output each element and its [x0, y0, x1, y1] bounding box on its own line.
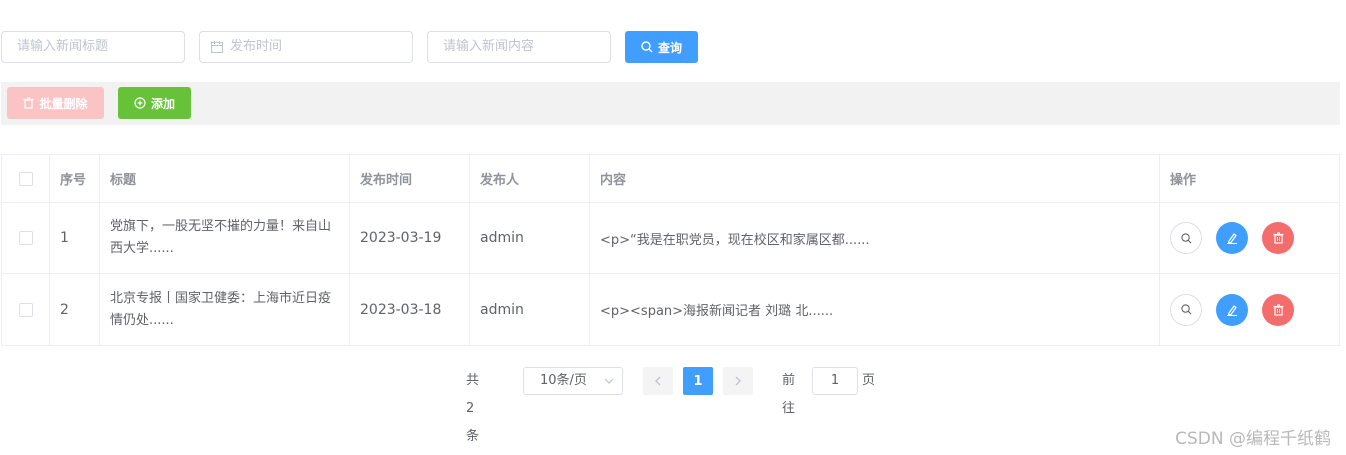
date-placeholder: 发布时间 — [230, 39, 283, 54]
edit-icon — [1227, 304, 1237, 316]
page-size-value: 10条/页 — [540, 373, 587, 388]
edit-button[interactable] — [1216, 222, 1248, 254]
row-content: <p>“我是在职党员，现在校区和家属区都...... — [590, 203, 1160, 273]
header-author: 发布人 — [470, 155, 590, 202]
page-size-select[interactable]: 10条/页 — [523, 367, 623, 395]
row-author: admin — [470, 274, 590, 345]
row-index: 1 — [50, 203, 100, 273]
news-table: 序号 标题 发布时间 发布人 内容 操作 1 党旗下，一股无坚不摧的力量！来自山… — [1, 154, 1340, 346]
add-label: 添加 — [150, 96, 175, 111]
calendar-icon — [211, 41, 223, 53]
chevron-down-icon — [604, 378, 614, 384]
watermark: CSDN @编程千纸鹤 — [1175, 429, 1331, 449]
select-all-checkbox[interactable] — [18, 171, 33, 186]
header-content: 内容 — [590, 155, 1160, 202]
row-check-cell — [2, 203, 50, 273]
row-title: 党旗下，一股无坚不摧的力量！来自山西大学...... — [110, 219, 332, 256]
date-picker-input[interactable]: 发布时间 — [199, 31, 413, 63]
row-ops-cell — [1160, 203, 1339, 273]
add-button[interactable]: 添加 — [118, 87, 191, 119]
prev-page-button[interactable] — [643, 367, 673, 395]
table-row: 1 党旗下，一股无坚不摧的力量！来自山西大学...... 2023-03-19 … — [2, 203, 1339, 274]
row-date: 2023-03-19 — [350, 203, 470, 273]
header-date: 发布时间 — [350, 155, 470, 202]
header-title: 标题 — [100, 155, 350, 202]
row-checkbox[interactable] — [18, 231, 33, 245]
search-icon — [1180, 232, 1191, 243]
row-date: 2023-03-18 — [350, 274, 470, 345]
chevron-left-icon — [655, 376, 661, 386]
row-title: 北京专报丨国家卫健委：上海市近日疫情仍处...... — [110, 290, 332, 328]
table-row: 2 北京专报丨国家卫健委：上海市近日疫情仍处...... 2023-03-18 … — [2, 274, 1339, 345]
table-header-row: 序号 标题 发布时间 发布人 内容 操作 — [2, 155, 1339, 203]
search-icon — [1180, 304, 1191, 315]
title-search-input[interactable]: 请输入新闻标题 — [1, 31, 185, 63]
row-ops-cell — [1160, 274, 1339, 345]
row-author: admin — [470, 203, 590, 273]
total-count: 共 2 条 — [466, 373, 480, 444]
toolbar: 批量删除 添加 — [1, 82, 1340, 125]
edit-button[interactable] — [1216, 293, 1248, 326]
goto-page-input[interactable]: 1 — [812, 367, 858, 395]
view-button[interactable] — [1170, 222, 1202, 254]
next-page-button[interactable] — [723, 367, 753, 395]
delete-button[interactable] — [1262, 293, 1294, 326]
page-unit-label: 页 — [862, 373, 876, 388]
trash-icon — [23, 97, 34, 109]
trash-icon — [1273, 303, 1283, 316]
content-search-input[interactable]: 请输入新闻内容 — [427, 31, 611, 63]
search-button[interactable]: 查询 — [625, 31, 698, 63]
page-number-button[interactable]: 1 — [683, 367, 713, 395]
search-icon — [641, 41, 653, 53]
row-title-cell: 北京专报丨国家卫健委：上海市近日疫情仍处...... — [100, 274, 350, 345]
trash-icon — [1273, 232, 1283, 244]
row-index: 2 — [50, 274, 100, 345]
row-content: <p><span>海报新闻记者 刘璐 北...... — [590, 274, 1160, 345]
batch-delete-label: 批量删除 — [39, 96, 88, 111]
header-ops: 操作 — [1170, 173, 1197, 188]
plus-circle-icon — [134, 97, 146, 109]
chevron-right-icon — [735, 376, 741, 386]
delete-button[interactable] — [1262, 222, 1294, 254]
row-title-cell: 党旗下，一股无坚不摧的力量！来自山西大学...... — [100, 203, 350, 273]
header-check-cell — [2, 155, 50, 202]
batch-delete-button[interactable]: 批量删除 — [7, 87, 104, 119]
row-checkbox[interactable] — [18, 302, 33, 317]
search-button-label: 查询 — [657, 40, 682, 55]
goto-label: 前往 — [782, 373, 796, 416]
row-check-cell — [2, 274, 50, 345]
edit-icon — [1227, 233, 1237, 244]
header-index: 序号 — [50, 155, 100, 202]
view-button[interactable] — [1170, 293, 1202, 326]
